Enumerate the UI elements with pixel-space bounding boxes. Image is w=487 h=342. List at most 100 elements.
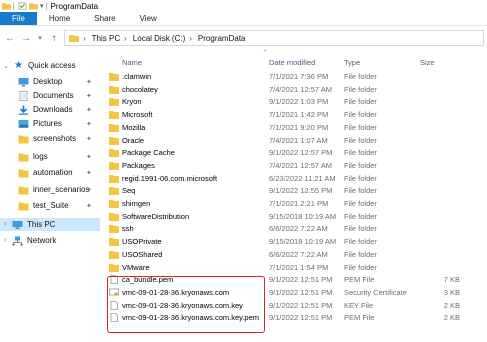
sidebar-item-this-pc[interactable]: › This PC <box>0 218 100 231</box>
sidebar-item-label: logs <box>33 152 48 161</box>
file-type: KEY File <box>344 300 374 310</box>
breadcrumb-local-disk[interactable]: Local Disk (C:) <box>133 34 185 43</box>
forward-button[interactable]: → <box>20 33 32 44</box>
pin-icon[interactable]: ✦ <box>86 153 92 161</box>
sidebar-item-desktop[interactable]: Desktop ✦ <box>0 75 100 88</box>
folder-icon <box>109 149 119 158</box>
file-name: Seq <box>122 186 136 196</box>
pin-icon[interactable]: ✦ <box>86 92 92 100</box>
file-row[interactable]: USOShared 6/6/2022 7:22 AM File folder <box>102 249 482 260</box>
file-name: Package Cache <box>122 148 175 158</box>
sidebar-item-automation[interactable]: automation ✦ <box>0 166 100 179</box>
sidebar-item-logs[interactable]: logs ✦ <box>0 150 100 163</box>
file-name: VMware <box>122 262 150 272</box>
file-date-modified: 7/4/2021 12:57 AM <box>269 160 332 170</box>
pin-icon[interactable]: ✦ <box>86 135 92 143</box>
network-icon <box>12 236 23 245</box>
file-type: File folder <box>344 97 377 107</box>
pin-icon[interactable]: ✦ <box>86 120 92 128</box>
chevron-right-icon[interactable]: › <box>4 237 6 244</box>
sidebar-item-test-suite[interactable]: test_Suite ✦ <box>0 199 100 212</box>
file-type: File folder <box>344 160 377 170</box>
folder-icon <box>109 238 119 247</box>
up-button[interactable]: ↑ <box>48 33 60 44</box>
pin-icon[interactable]: ✦ <box>86 78 92 86</box>
file-row[interactable]: Mozilla 7/1/2021 9:20 PM File folder <box>102 122 482 133</box>
file-type: File folder <box>344 224 377 234</box>
new-folder-icon[interactable] <box>29 2 38 10</box>
sidebar-item-downloads[interactable]: Downloads ✦ <box>0 103 100 116</box>
pin-icon[interactable]: ✦ <box>86 202 92 210</box>
file-type: File folder <box>344 237 377 247</box>
file-name: Kryon <box>122 97 142 107</box>
file-row[interactable]: SoftwareDistribution 9/15/2018 10:19 AM Fi… <box>102 211 482 222</box>
file-row[interactable]: Microsoft 7/1/2021 1:42 PM File folder <box>102 109 482 120</box>
chevron-down-icon[interactable]: ⌄ <box>3 62 9 70</box>
file-row[interactable]: Packages 7/4/2021 12:57 AM File folder <box>102 160 482 171</box>
folder-icon <box>18 186 29 194</box>
folder-icon <box>109 200 119 208</box>
sidebar-item-label: Network <box>27 236 57 245</box>
column-header-date[interactable]: Date modified <box>269 58 315 68</box>
sidebar-item-quick-access[interactable]: ⌄ ★ Quick access <box>0 59 100 72</box>
sidebar-item-screenshots[interactable]: screenshots ✦ <box>0 132 100 145</box>
file-size: 2 KB <box>443 313 460 323</box>
file-date-modified: 9/1/2022 12:57 PM <box>269 148 333 158</box>
sidebar-item-documents[interactable]: Documents ✦ <box>0 89 100 102</box>
file-row[interactable]: USOPrivate 9/15/2018 10:19 AM File folder <box>102 236 482 247</box>
file-row[interactable]: Package Cache 9/1/2022 12:57 PM File folde… <box>102 147 482 158</box>
column-header-type[interactable]: Type <box>344 58 360 68</box>
file-row[interactable]: Kryon 9/1/2022 1:03 PM File folder <box>102 96 482 107</box>
folder-icon <box>109 123 119 132</box>
back-button[interactable]: ← <box>4 33 16 44</box>
star-icon: ★ <box>14 60 23 71</box>
file-size: 7 KB <box>443 275 460 285</box>
breadcrumb-programdata[interactable]: ProgramData <box>198 34 246 43</box>
file-type: File folder <box>344 211 377 221</box>
file-date-modified: 9/1/2022 12:51 PM <box>269 300 333 310</box>
file-row[interactable]: chocolatey 7/4/2021 12:57 AM File folder <box>102 84 482 95</box>
tab-share[interactable]: Share <box>82 12 127 25</box>
file-row[interactable]: shimgen 7/1/2021 2:21 PM File folder <box>102 198 482 209</box>
sidebar-item-inner-scenarios[interactable]: inner_scenarios ✦ <box>0 183 100 196</box>
folder-icon <box>109 187 119 196</box>
column-header-size[interactable]: Size <box>420 58 435 68</box>
sidebar-item-network[interactable]: › Network <box>0 234 100 247</box>
properties-icon[interactable] <box>18 2 27 10</box>
sidebar-item-pictures[interactable]: Pictures ✦ <box>0 117 100 130</box>
chevron-right-icon[interactable]: › <box>4 221 6 228</box>
breadcrumb-this-pc[interactable]: This PC <box>92 34 120 43</box>
pictures-icon <box>18 119 29 128</box>
pin-icon[interactable]: ✦ <box>86 186 92 194</box>
pin-icon[interactable]: ✦ <box>86 169 92 177</box>
chevron-right-icon: › <box>83 33 86 43</box>
tab-view[interactable]: View <box>128 12 169 25</box>
file-name: shimgen <box>122 199 151 208</box>
file-name: .clamwin <box>122 72 152 81</box>
file-row[interactable]: Oracle 7/4/2021 1:07 AM File folder <box>102 135 482 146</box>
file-row[interactable]: Seq 9/1/2022 12:55 PM File folder <box>102 185 482 196</box>
customize-quick-access-icon[interactable]: ▾ <box>40 2 44 10</box>
address-breadcrumb[interactable]: › This PC › Local Disk (C:) › ProgramDat… <box>64 30 484 46</box>
column-header-name[interactable]: Name <box>122 58 142 68</box>
file-type: File folder <box>344 110 377 120</box>
ribbon: File Home Share View <box>0 12 487 26</box>
file-size: 2 KB <box>443 300 460 310</box>
sort-ascending-icon: ⌃ <box>262 50 268 57</box>
title-bar: ▾ ProgramData <box>0 0 487 12</box>
file-row[interactable]: ssh 6/6/2022 7:22 AM File folder <box>102 223 482 234</box>
recent-locations-icon[interactable]: ▾ <box>34 34 46 42</box>
file-date-modified: 6/23/2022 11:21 AM <box>269 173 336 183</box>
tab-file[interactable]: File <box>0 12 37 25</box>
folder-icon <box>109 174 119 183</box>
folder-icon <box>109 111 119 120</box>
folder-icon <box>109 73 119 81</box>
file-type: Security Certificate <box>344 287 407 297</box>
file-row[interactable]: VMware 7/1/2021 1:54 PM File folder <box>102 262 482 273</box>
tab-home[interactable]: Home <box>37 12 82 25</box>
file-row[interactable]: .clamwin 7/1/2021 7:36 PM File folder <box>102 71 482 82</box>
address-bar-row: ← → ▾ ↑ › This PC › Local Disk (C:) › Pr… <box>0 27 487 49</box>
file-row[interactable]: regid.1991-06.com.microsoft 6/23/2022 11:… <box>102 173 482 184</box>
pin-icon[interactable]: ✦ <box>86 106 92 114</box>
file-date-modified: 9/15/2018 10:19 AM <box>269 211 337 221</box>
